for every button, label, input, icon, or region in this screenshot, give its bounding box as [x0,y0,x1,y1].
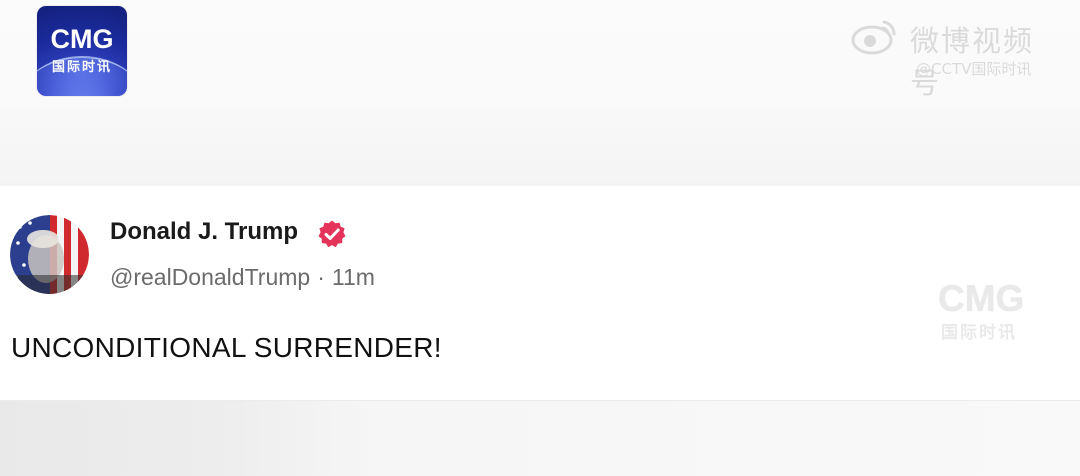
post-text: UNCONDITIONAL SURRENDER! [11,332,442,363]
cmg-logo-brand: CMG [50,24,114,54]
cmg-watermark-subtitle: 国际时讯 [941,323,1017,343]
weibo-eye-icon [851,20,896,55]
verified-badge-icon [318,220,346,248]
bottom-area [0,401,1080,476]
weibo-watermark-handle: @CCTV国际时讯 [916,60,1032,78]
cmg-watermark-brand: CMG [938,278,1025,319]
display-name[interactable]: Donald J. Trump [110,218,298,246]
user-handle[interactable]: @realDonaldTrump [110,264,310,290]
post-card: Donald J. Trump @realDonaldTrump · 11m UNC… [0,186,1080,401]
avatar[interactable] [10,215,89,294]
post-time[interactable]: 11m [332,264,375,290]
background-band [0,96,1080,186]
weibo-watermark: 微博视频号 @CCTV国际时讯 [822,12,1062,100]
separator-dot: · [317,264,325,290]
handle-line: @realDonaldTrump · 11m [110,264,375,291]
cmg-logo: CMG 国际时讯 [37,6,127,96]
cmg-logo-subtitle: 国际时讯 [51,60,112,75]
cmg-watermark: CMG 国际时讯 [938,278,1053,348]
flag-portrait-icon [10,215,89,294]
